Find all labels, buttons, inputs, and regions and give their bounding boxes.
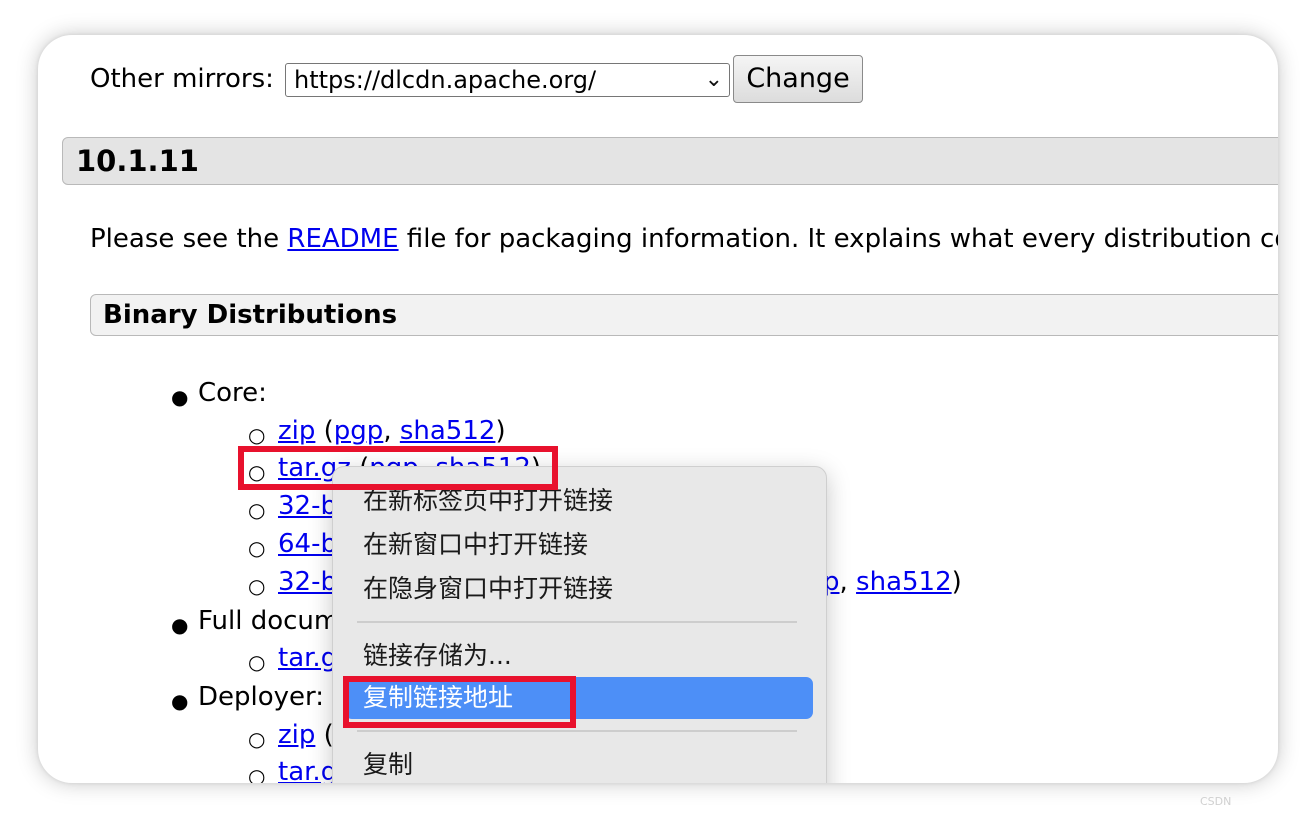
win32-zip-link[interactable]: 32-b bbox=[278, 490, 337, 522]
deployer-targz-link[interactable]: tar.g bbox=[278, 756, 337, 783]
comma: , bbox=[383, 416, 400, 446]
bullet-icon: ● bbox=[171, 385, 189, 409]
circle-bullet-icon: ○ bbox=[248, 423, 266, 447]
menu-save-link-as[interactable]: 链接存储为... bbox=[363, 639, 512, 673]
circle-bullet-icon: ○ bbox=[248, 727, 266, 751]
docs-targz-link[interactable]: tar.g bbox=[278, 642, 337, 674]
win64-zip-link[interactable]: 64-b bbox=[278, 528, 337, 560]
paren-open: ( bbox=[315, 416, 334, 446]
readme-text-before: Please see the bbox=[90, 224, 288, 254]
circle-bullet-icon: ○ bbox=[248, 574, 266, 598]
win32-installer-tail: p, sha512) bbox=[823, 566, 962, 598]
mirror-select-value: https://dlcdn.apache.org/ bbox=[294, 66, 597, 94]
deployer-label: Deployer: bbox=[198, 682, 325, 712]
menu-copy[interactable]: 复制 bbox=[363, 748, 413, 782]
browser-page: Other mirrors: https://dlcdn.apache.org/… bbox=[38, 35, 1278, 783]
mirrors-label: Other mirrors: bbox=[90, 64, 274, 94]
menu-open-incognito[interactable]: 在隐身窗口中打开链接 bbox=[363, 572, 613, 606]
version-heading: 10.1.11 bbox=[62, 137, 1278, 185]
chevron-down-icon: ⌄ bbox=[704, 67, 723, 92]
zip-pgp-link[interactable]: pgp bbox=[334, 416, 384, 446]
mirror-select[interactable]: https://dlcdn.apache.org/ ⌄ bbox=[285, 63, 730, 97]
menu-separator bbox=[357, 730, 797, 732]
core-zip-row: zip (pgp, sha512) bbox=[278, 415, 506, 447]
win32-installer-link[interactable]: 32-b bbox=[278, 566, 337, 598]
circle-bullet-icon: ○ bbox=[248, 650, 266, 674]
deployer-zip-row: zip ( bbox=[278, 719, 334, 751]
circle-bullet-icon: ○ bbox=[248, 764, 266, 783]
paren-close: ) bbox=[951, 567, 962, 597]
readme-text-after: file for packaging information. It expla… bbox=[398, 224, 1278, 254]
installer-sha512-link[interactable]: sha512 bbox=[856, 567, 952, 597]
full-documentation-label: Full docum bbox=[198, 606, 340, 636]
binary-distributions-heading: Binary Distributions bbox=[90, 294, 1278, 336]
zip-sha512-link[interactable]: sha512 bbox=[400, 416, 496, 446]
bullet-icon: ● bbox=[171, 689, 189, 713]
bullet-icon: ● bbox=[171, 613, 189, 637]
menu-separator bbox=[357, 621, 797, 623]
menu-open-new-window[interactable]: 在新窗口中打开链接 bbox=[363, 528, 588, 562]
zip-link[interactable]: zip bbox=[278, 416, 315, 446]
readme-paragraph: Please see the README file for packaging… bbox=[90, 223, 1278, 255]
context-menu: 在新标签页中打开链接 在新窗口中打开链接 在隐身窗口中打开链接 链接存储为...… bbox=[332, 466, 827, 783]
paren-close: ) bbox=[495, 416, 506, 446]
circle-bullet-icon: ○ bbox=[248, 498, 266, 522]
annotation-box-copy-link bbox=[343, 676, 576, 728]
change-button[interactable]: Change bbox=[733, 55, 863, 103]
circle-bullet-icon: ○ bbox=[248, 536, 266, 560]
comma: , bbox=[839, 567, 857, 597]
readme-link[interactable]: README bbox=[287, 224, 398, 254]
watermark: CSDN bbox=[1200, 795, 1232, 808]
core-label: Core: bbox=[198, 378, 267, 408]
annotation-box-targz bbox=[238, 446, 558, 490]
deployer-zip-link[interactable]: zip bbox=[278, 720, 315, 750]
